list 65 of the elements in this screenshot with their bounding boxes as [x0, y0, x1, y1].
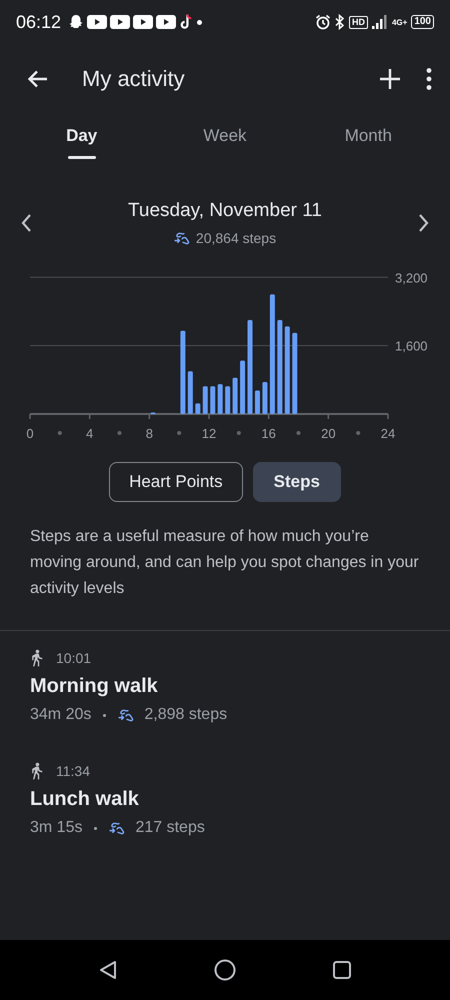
x-tick-label: 8 [146, 426, 153, 441]
bar [240, 360, 246, 414]
ghost-icon [68, 14, 84, 30]
footsteps-icon [174, 231, 192, 245]
plus-icon [378, 67, 402, 91]
y-tick-label: 3,200 [395, 270, 428, 286]
total-steps: 20,864 steps [196, 230, 276, 246]
period-tab[interactable]: Week [153, 114, 297, 166]
play-icon [110, 15, 130, 29]
back-triangle-icon [98, 960, 118, 980]
play-icon [133, 15, 154, 29]
activity-duration: 34m 20s [30, 706, 92, 724]
bar [225, 386, 230, 414]
bar [262, 382, 268, 414]
bar [188, 371, 193, 414]
bar [195, 403, 200, 414]
metric-chip[interactable]: Steps [252, 462, 341, 502]
x-tick-label: 20 [321, 426, 336, 441]
activity-title: Morning walk [30, 675, 159, 698]
battery-level: 100 [411, 15, 434, 29]
period-tab[interactable]: Day [10, 114, 154, 166]
activity-time: 11:34 [56, 763, 90, 779]
network-type: 4G+ [392, 18, 408, 26]
date-title: Tuesday, November 11 [128, 200, 322, 222]
play-icon [156, 15, 176, 29]
bar [232, 378, 238, 414]
tick-dot [118, 431, 122, 435]
x-tick-label: 24 [380, 426, 396, 441]
tick-dot [236, 431, 241, 435]
bar [218, 384, 223, 414]
walking-icon [30, 762, 44, 780]
tick-dot [58, 431, 62, 435]
alarm-icon [314, 14, 331, 30]
bluetooth-icon [334, 14, 345, 30]
activity-time: 10:01 [56, 650, 92, 666]
x-tick-label: 16 [261, 426, 276, 441]
more-icon [426, 67, 432, 91]
clock-time: 06:12 [16, 12, 62, 32]
activity-steps: 217 steps [135, 819, 205, 837]
y-tick-label: 1,600 [395, 338, 428, 354]
chevron-left-icon [20, 213, 32, 233]
chevron-right-icon [418, 213, 430, 233]
tick-dot [356, 431, 360, 435]
bar [210, 386, 216, 414]
description-text: Steps are a useful measure of how much you’re moving around, and can help you spot changes in your activity levels [30, 527, 420, 599]
bar [202, 386, 208, 414]
screen-title: My activity [82, 66, 186, 92]
tick-dot [177, 431, 182, 435]
home-circle-icon [214, 959, 236, 981]
activity-title: Lunch walk [30, 788, 140, 811]
walking-icon [30, 649, 44, 667]
tick-dot [296, 431, 300, 435]
dot-icon [197, 20, 202, 24]
period-tab[interactable]: Month [296, 114, 440, 166]
hd-indicator: HD [348, 16, 368, 28]
x-tick-label: 4 [86, 426, 94, 441]
activity-duration: 3m 15s [30, 819, 82, 837]
x-tick-label: 0 [26, 426, 34, 441]
play-icon [87, 15, 108, 29]
signal-icon [372, 15, 388, 29]
metric-chip[interactable]: Heart Points [109, 462, 243, 502]
activity-steps: 2,898 steps [144, 706, 228, 724]
recents-square-icon [332, 960, 352, 980]
bar [254, 390, 260, 414]
x-tick-label: 12 [202, 426, 216, 441]
